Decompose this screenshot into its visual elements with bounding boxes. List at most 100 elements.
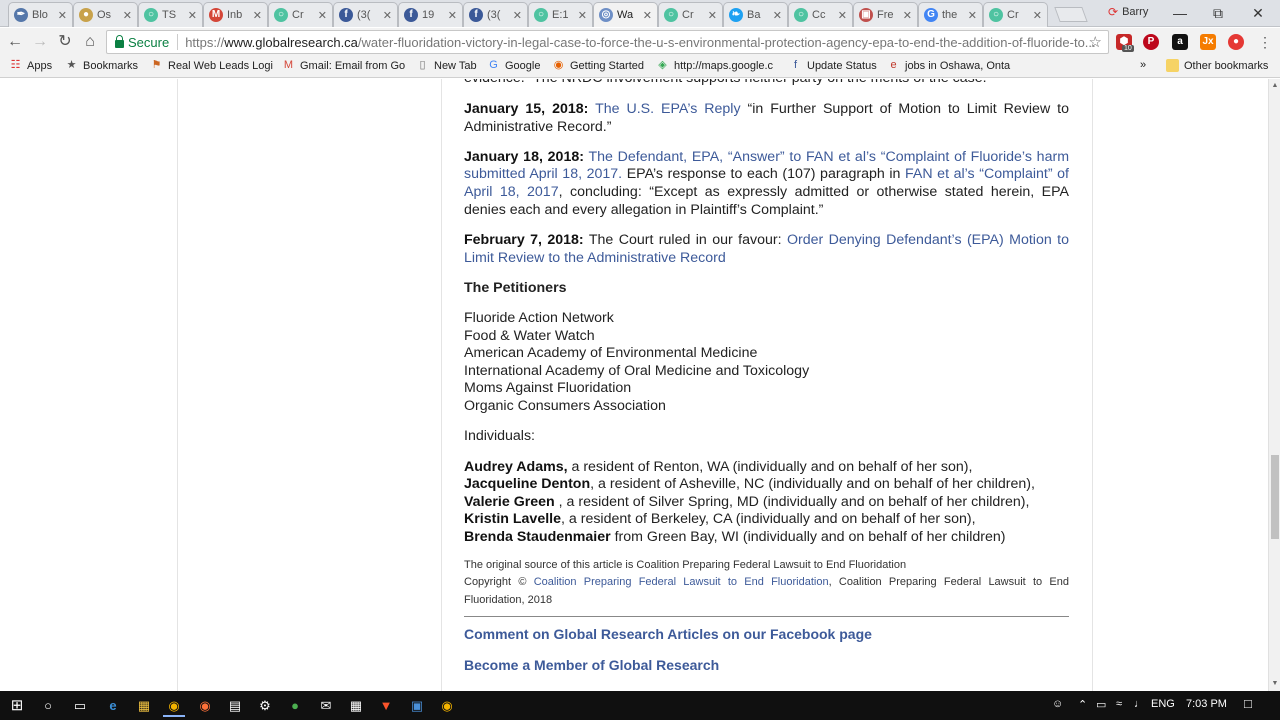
tab-title: Wa	[617, 9, 634, 21]
tab-close-icon[interactable]: ✕	[448, 9, 457, 22]
become-member-link[interactable]: Become a Member of Global Research	[464, 657, 1069, 675]
mid-column-divider	[441, 79, 442, 691]
clock[interactable]: 7:03 PM	[1186, 698, 1227, 710]
notepad-icon[interactable]: ▤	[224, 695, 246, 717]
bookmark-item[interactable]: ◉ Getting Started	[552, 59, 644, 72]
language-indicator[interactable]: ENG	[1151, 698, 1175, 710]
green-app-icon[interactable]: ●	[284, 695, 306, 717]
tool-icon[interactable]: ▣	[406, 695, 428, 717]
reload-button[interactable]: ↻	[54, 32, 76, 52]
bookmark-item[interactable]: ★ Bookmarks	[65, 59, 138, 72]
firefox-taskbar-icon[interactable]: ◉	[194, 695, 216, 717]
scroll-up-icon[interactable]: ▲	[1270, 81, 1280, 91]
chrome-alt-icon[interactable]: ◉	[436, 695, 458, 717]
scroll-down-icon[interactable]: ▼	[1270, 679, 1280, 689]
browser-tab[interactable]: Gthe ✕	[918, 2, 983, 27]
tab-close-icon[interactable]: ✕	[838, 9, 847, 22]
back-button[interactable]: ←	[4, 32, 26, 52]
browser-tab[interactable]: ▣ Fre ✕	[853, 2, 918, 27]
bookmark-item[interactable]: e jobs in Oshawa, Onta	[887, 59, 1010, 72]
bookmark-item[interactable]: ☷ Apps	[9, 59, 53, 72]
battery-icon[interactable]: ▭	[1096, 698, 1106, 711]
amazon-extension-icon[interactable]: a	[1172, 34, 1188, 50]
coalition-link[interactable]: Coalition Preparing Federal Lawsuit to E…	[534, 576, 829, 588]
facebook-comment-link[interactable]: Comment on Global Research Articles on o…	[464, 626, 1069, 644]
url-text[interactable]: https://www.globalresearch.ca/water-fluo…	[185, 35, 1108, 50]
home-button[interactable]: ⌂	[79, 32, 101, 52]
tray-chevron-icon[interactable]: ⌃	[1078, 698, 1087, 711]
tab-close-icon[interactable]: ✕	[383, 9, 392, 22]
browser-tab[interactable]: ○ E:1 ✕	[528, 2, 593, 27]
bookmark-item[interactable]: f Update Status	[789, 59, 877, 72]
other-bookmarks[interactable]: Other bookmarks	[1166, 59, 1268, 72]
bookmark-item[interactable]: G Google	[487, 59, 540, 72]
browser-tab[interactable]: ○ Cr ✕	[983, 2, 1048, 27]
browser-tab[interactable]: f (3(✕	[333, 2, 398, 27]
tab-close-icon[interactable]: ✕	[578, 9, 587, 22]
brave-icon[interactable]: ▼	[375, 695, 397, 717]
pinterest-extension-icon[interactable]: P	[1143, 34, 1159, 50]
file-explorer-icon[interactable]: ▦	[133, 695, 155, 717]
bookmark-item[interactable]: ▯ New Tab	[416, 59, 476, 72]
tab-close-icon[interactable]: ✕	[188, 9, 197, 22]
tab-close-icon[interactable]: ✕	[58, 9, 67, 22]
notifications-icon[interactable]: □	[1244, 696, 1252, 711]
bookmark-star-icon[interactable]: ☆	[1089, 33, 1102, 51]
browser-tab[interactable]: f 19 ✕	[398, 2, 463, 27]
tab-close-icon[interactable]: ✕	[1033, 9, 1042, 22]
browser-tab[interactable]: ● Os ✕	[73, 2, 138, 27]
tab-close-icon[interactable]: ✕	[968, 9, 977, 22]
close-window-button[interactable]: ✕	[1238, 3, 1278, 23]
browser-tab[interactable]: ○ Cr ✕	[658, 2, 723, 27]
tab-close-icon[interactable]: ✕	[903, 9, 912, 22]
browser-tab[interactable]: ✒ Blo ✕	[8, 2, 73, 27]
browser-tab[interactable]: ◎ Wa ✕	[593, 2, 658, 27]
app-icon[interactable]: ⚙	[254, 695, 276, 717]
windows-start-icon[interactable]: ⊞	[6, 695, 28, 717]
scrollbar-thumb[interactable]	[1271, 455, 1279, 539]
mail-icon[interactable]: ✉	[315, 695, 337, 717]
profile-name: Barry	[1122, 6, 1149, 18]
bookmark-item[interactable]: ◈ http://maps.google.c	[656, 59, 773, 72]
people-icon[interactable]: ☺	[1052, 698, 1063, 710]
volume-icon[interactable]: ♩	[1134, 698, 1145, 710]
restore-button[interactable]: ⧉	[1198, 3, 1238, 23]
teal-circle-icon: ○	[144, 8, 158, 22]
individual-item: Jacqueline Denton, a resident of Ashevil…	[464, 476, 1069, 494]
tab-close-icon[interactable]: ✕	[513, 9, 522, 22]
minimize-button[interactable]: —	[1160, 3, 1200, 23]
bookmarks-overflow-icon[interactable]: »	[1140, 59, 1146, 71]
browser-tab[interactable]: ❧ Ba ✕	[723, 2, 788, 27]
browser-tab[interactable]: ○ Cr ✕	[268, 2, 333, 27]
tab-close-icon[interactable]: ✕	[708, 9, 717, 22]
tab-close-icon[interactable]: ✕	[643, 9, 652, 22]
new-tab-button[interactable]	[1054, 7, 1088, 22]
red-extension-icon[interactable]: ●	[1228, 34, 1244, 50]
task-view-icon[interactable]: ▭	[69, 695, 91, 717]
browser-tab[interactable]: ○ Cc ✕	[788, 2, 853, 27]
jx-extension-icon[interactable]: Jx	[1200, 34, 1216, 50]
tab-close-icon[interactable]: ✕	[253, 9, 262, 22]
epa-reply-link[interactable]: The U.S. EPA’s Reply	[595, 101, 740, 117]
browser-tab[interactable]: M Inb ✕	[203, 2, 268, 27]
chrome-menu-icon[interactable]: ⋮	[1258, 34, 1272, 51]
page-scrollbar[interactable]: ▲ ▼	[1268, 79, 1280, 691]
tab-close-icon[interactable]: ✕	[318, 9, 327, 22]
forward-button[interactable]: →	[29, 32, 51, 52]
url-scheme: https://	[185, 34, 225, 50]
secure-indicator[interactable]: Secure	[107, 35, 169, 50]
calculator-icon[interactable]: ▦	[345, 695, 367, 717]
tab-close-icon[interactable]: ✕	[123, 9, 132, 22]
bookmark-item[interactable]: ⚑ Real Web Leads Logi	[150, 59, 273, 72]
browser-tab[interactable]: ○ TS ✕	[138, 2, 203, 27]
address-bar[interactable]: Secure https://www.globalresearch.ca/wat…	[106, 30, 1109, 54]
edge-icon[interactable]: e	[102, 695, 124, 717]
bookmark-item[interactable]: M Gmail: Email from Go	[282, 59, 405, 72]
gmail-icon: M	[209, 8, 223, 22]
chrome-taskbar-icon[interactable]: ◉	[163, 695, 185, 717]
profile-button[interactable]: ⟳ Barry	[1108, 5, 1148, 19]
wifi-icon[interactable]: ≈	[1116, 698, 1122, 710]
tab-close-icon[interactable]: ✕	[773, 9, 782, 22]
browser-tab[interactable]: f (3(✕	[463, 2, 528, 27]
search-circle-icon[interactable]: ○	[37, 695, 59, 717]
